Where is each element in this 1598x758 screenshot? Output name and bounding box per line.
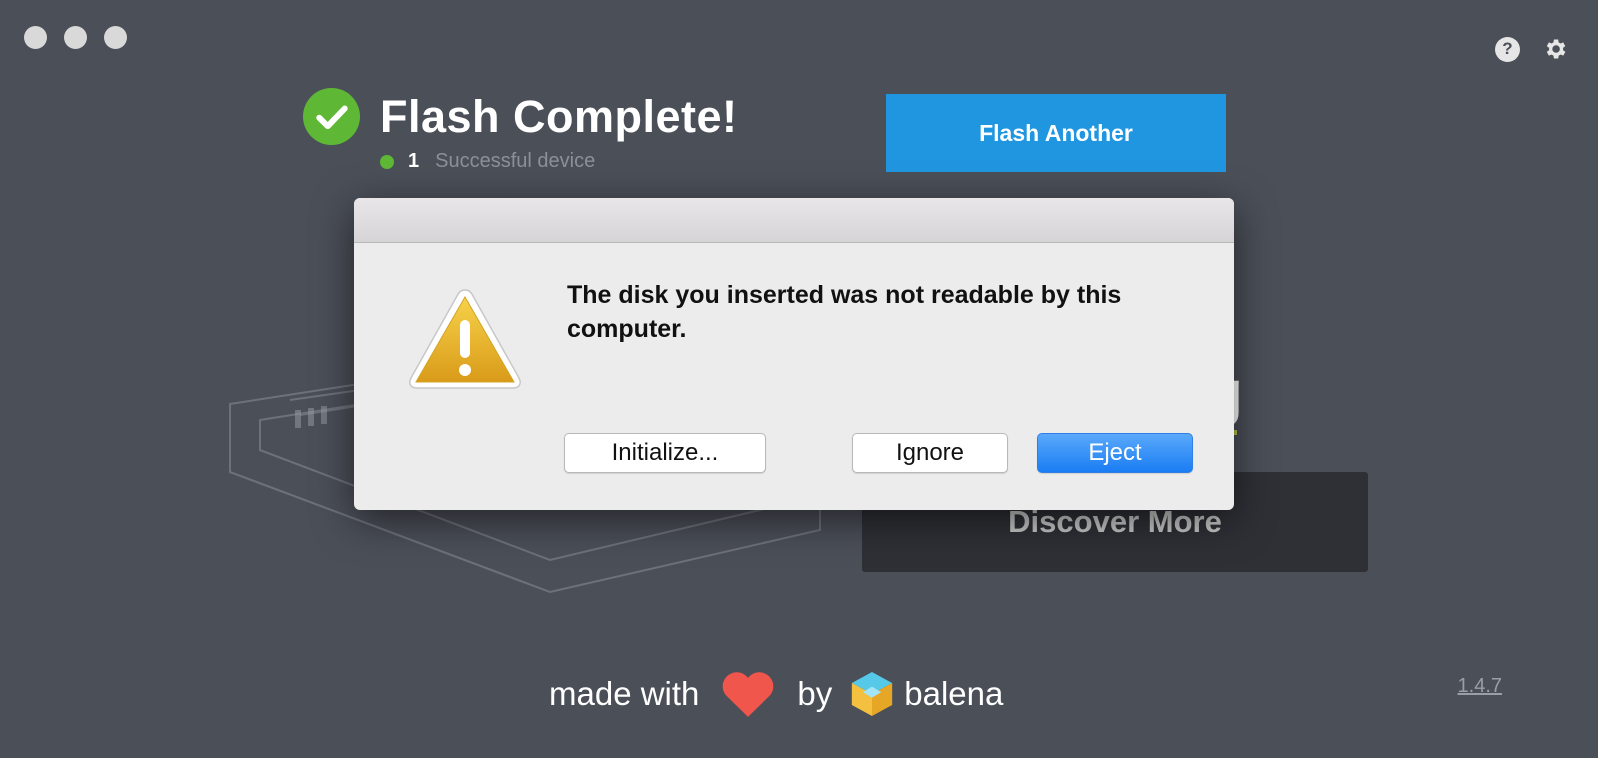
eject-button[interactable]: Eject — [1037, 433, 1193, 473]
unreadable-disk-alert: The disk you inserted was not readable b… — [354, 198, 1234, 510]
zoom-window-button[interactable] — [104, 26, 127, 49]
balena-brand[interactable]: balena — [904, 675, 1003, 713]
alert-message: The disk you inserted was not readable b… — [567, 281, 1122, 343]
minimize-window-button[interactable] — [64, 26, 87, 49]
footer-credits: made with by balena — [549, 670, 1003, 718]
alert-title-bar — [354, 198, 1234, 243]
warning-icon — [409, 289, 521, 389]
initialize-button[interactable]: Initialize... — [564, 433, 766, 473]
success-dot-icon — [380, 154, 394, 169]
top-toolbar: ? — [1495, 36, 1568, 62]
success-check-icon — [303, 88, 360, 145]
by-label: by — [797, 675, 833, 712]
flash-complete-title: Flash Complete! — [380, 90, 738, 142]
window-controls — [24, 26, 127, 49]
device-count: 1 — [408, 150, 420, 172]
app-version[interactable]: 1.4.7 — [1458, 675, 1502, 698]
made-with-label: made with — [549, 675, 700, 712]
help-icon[interactable]: ? — [1495, 36, 1520, 62]
flash-another-button[interactable]: Flash Another — [886, 94, 1226, 172]
device-count-label: Successful device — [435, 150, 596, 172]
ignore-button[interactable]: Ignore — [852, 433, 1008, 473]
device-summary: 1 Successful device — [380, 150, 595, 173]
flash-status: Flash Complete! — [303, 88, 738, 145]
heart-icon — [723, 672, 774, 717]
close-window-button[interactable] — [24, 26, 47, 49]
balena-cube-icon[interactable] — [850, 670, 894, 718]
gear-icon[interactable] — [1542, 36, 1568, 62]
